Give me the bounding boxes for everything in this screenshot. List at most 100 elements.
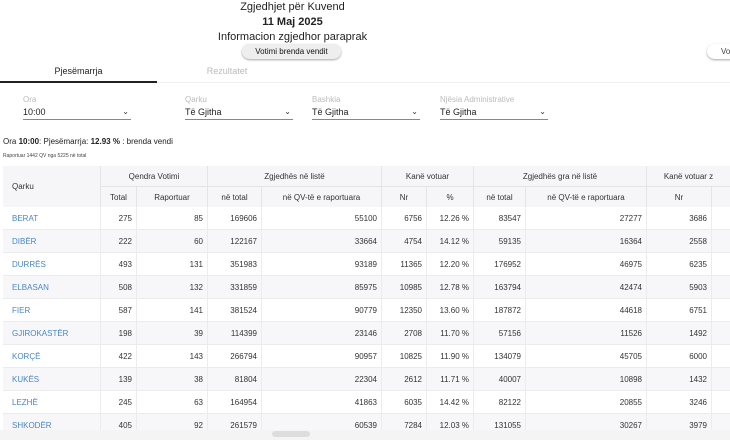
summary-time: 10:00 [18,137,40,146]
cell-overflow [712,230,730,253]
cell-zt: 331859 [207,275,262,299]
cell-gnr: 1432 [646,367,712,391]
table-row: DIBËR 222 60 122167 33664 4754 14.12 % 59135 163… [3,229,730,253]
filter-municipality[interactable]: Bashkia Të Gjitha ⌄ [312,94,420,120]
cell-overflow [712,368,730,391]
horizontal-scrollbar-track[interactable] [0,430,730,440]
cell-rap: 60 [136,229,208,253]
cell-overflow [712,322,730,345]
cell-zq: 85975 [261,275,382,299]
district-link[interactable]: KORÇË [3,344,101,368]
cell-gq: 46975 [525,252,647,276]
filter-hour-label: Ora [23,95,37,104]
district-link[interactable]: GJIROKASTËR [3,321,101,345]
cell-rap: 85 [136,207,208,230]
cell-gnr: 6000 [646,344,712,368]
col-overflow [711,186,730,207]
cell-total: 422 [100,344,137,368]
cell-gq: 27277 [525,207,647,230]
col-voted-nr[interactable]: Nr [381,186,427,207]
cell-rap: 63 [136,390,208,414]
district-link[interactable]: LEZHË [3,390,101,414]
summary-post: : brenda vendi [119,137,173,146]
col-female-total[interactable]: në total [473,186,526,207]
cell-pct: 11.70 % [426,321,474,345]
filter-district-select[interactable]: Të Gjitha ⌄ [185,105,293,120]
cell-zt: 114399 [207,321,262,345]
filter-admin-unit-label: Njësia Administrative [440,95,515,104]
filter-admin-unit-value: Të Gjitha [440,107,477,117]
filter-district-label: Qarku [185,95,207,104]
table-row: DURRËS 493 131 351983 93189 11365 12.20 % 17695… [3,252,730,276]
cell-total: 222 [100,229,137,253]
cell-overflow [712,391,730,414]
page-header: Zgjedhjet për Kuvend 11 Maj 2025 Informa… [0,0,585,44]
cell-zq: 93189 [261,252,382,276]
chevron-down-icon: ⌄ [539,107,546,116]
cell-gq: 44618 [525,298,647,322]
district-link[interactable]: DURRËS [3,252,101,276]
col-voters-total[interactable]: në total [207,186,262,207]
cell-gq: 42474 [525,275,647,299]
tab-results[interactable]: Rezultatet [157,62,297,81]
table-row: KORÇË 422 143 266794 90957 10825 11.90 % 134079… [3,344,730,368]
cell-pct: 14.42 % [426,390,474,414]
filter-admin-unit[interactable]: Njësia Administrative Të Gjitha ⌄ [440,94,548,120]
cell-gt: 83547 [473,207,526,230]
col-female-voted-nr[interactable]: Nr [646,186,712,207]
filter-hour-select[interactable]: 10:00 ⌄ [23,105,131,120]
district-link[interactable]: BERAT [3,207,101,230]
cell-gnr: 1492 [646,321,712,345]
chevron-down-icon: ⌄ [122,107,129,116]
reported-stations-note: Raportuar 1442 QV nga 5225 në total [3,153,87,159]
cell-zt: 122167 [207,229,262,253]
table-row: LEZHË 245 63 164954 41863 6035 14.42 % 82122 208… [3,390,730,414]
col-qarku[interactable]: Qarku [3,166,101,207]
cell-zq: 23146 [261,321,382,345]
table-row: KUKËS 139 38 81804 22304 2612 11.71 % 40007 1089… [3,367,730,391]
district-link[interactable]: ELBASAN [3,275,101,299]
cell-zt: 81804 [207,367,262,391]
cell-rap: 143 [136,344,208,368]
cell-zt: 381524 [207,298,262,322]
cell-total: 198 [100,321,137,345]
cell-gq: 20855 [525,390,647,414]
filter-municipality-label: Bashkia [312,95,341,104]
voting-abroad-button[interactable]: Vo [707,44,730,59]
voting-in-country-button[interactable]: Votimi brenda vendit [242,44,341,59]
cell-zt: 164954 [207,390,262,414]
col-female-reported[interactable]: në QV-të e raportuara [525,186,647,207]
summary-pre: Ora [3,137,19,146]
filter-admin-unit-select[interactable]: Të Gjitha ⌄ [440,105,548,120]
col-total[interactable]: Total [100,186,137,207]
district-link[interactable]: DIBËR [3,229,101,253]
filter-municipality-select[interactable]: Të Gjitha ⌄ [312,105,420,120]
cell-overflow [712,299,730,322]
cell-nr: 11365 [381,252,427,276]
cell-nr: 12350 [381,298,427,322]
horizontal-scrollbar-thumb[interactable] [272,431,310,437]
cell-overflow [712,207,730,230]
cell-nr: 6756 [381,207,427,230]
col-reported[interactable]: Raportuar [136,186,208,207]
district-link[interactable]: KUKËS [3,367,101,391]
cell-nr: 10985 [381,275,427,299]
col-group-voted: Kanë votuar [381,166,474,187]
turnout-table: Qarku Qendra Votimi Zgjedhës në listë Ka… [3,166,730,437]
cell-gt: 187872 [473,298,526,322]
col-voters-reported[interactable]: në QV-të e raportuara [261,186,382,207]
filter-municipality-value: Të Gjitha [312,107,349,117]
cell-gq: 11526 [525,321,647,345]
filter-district[interactable]: Qarku Të Gjitha ⌄ [185,94,293,120]
chevron-down-icon: ⌄ [284,107,291,116]
tab-participation[interactable]: Pjesëmarrja [0,62,157,83]
cell-gnr: 3686 [646,207,712,230]
cell-rap: 141 [136,298,208,322]
cell-nr: 2708 [381,321,427,345]
tab-bar: Pjesëmarrja Rezultatet [0,62,730,83]
district-link[interactable]: FIER [3,298,101,322]
table-row: BERAT 275 85 169606 55100 6756 12.26 % 83547 272… [3,207,730,230]
filter-hour[interactable]: Ora 10:00 ⌄ [23,94,131,120]
summary-percentage: 12.93 % [90,137,120,146]
col-voted-pct[interactable]: % [426,186,474,207]
